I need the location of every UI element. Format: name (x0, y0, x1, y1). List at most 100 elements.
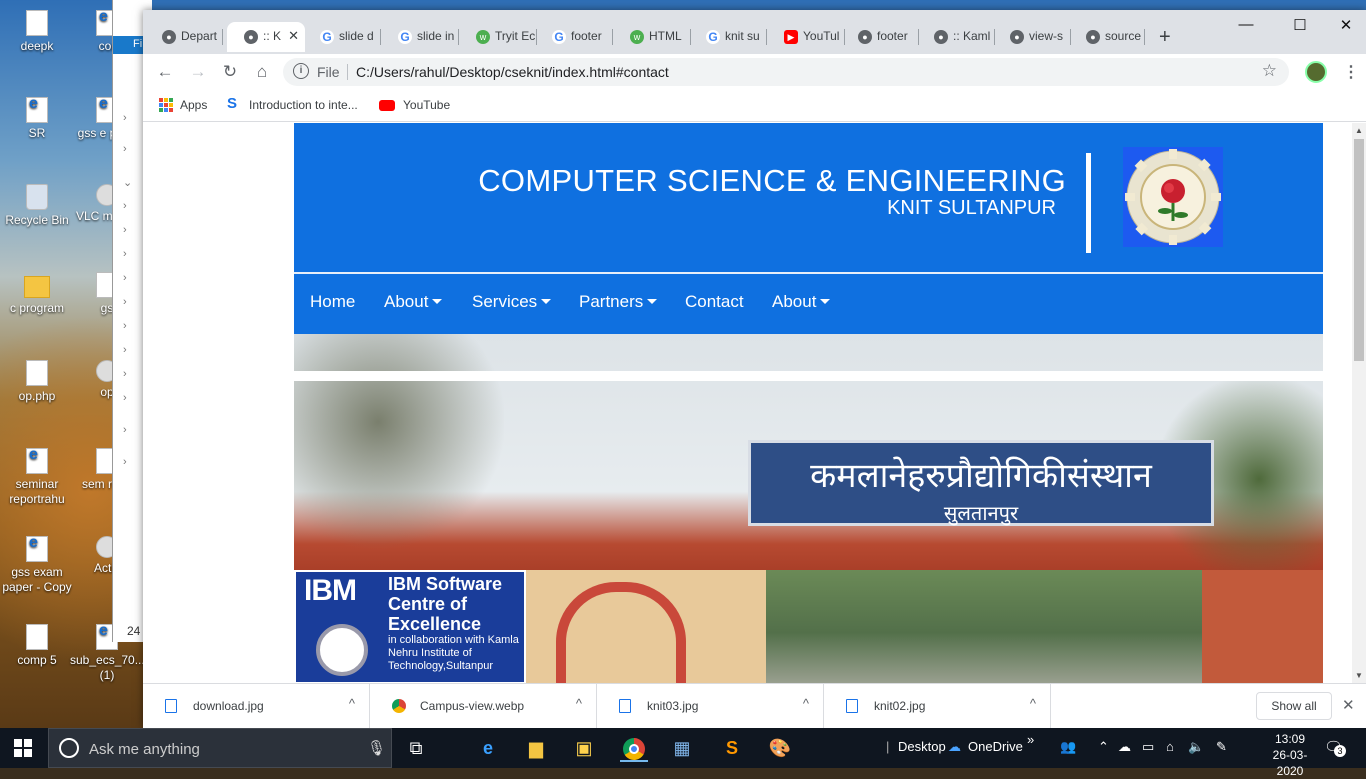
volume-icon[interactable]: 🔈 (1188, 739, 1204, 755)
paint-icon[interactable]: 🎨 (766, 734, 794, 762)
maximize-button[interactable]: ☐ (1277, 16, 1323, 34)
network-icon[interactable]: ⌂ (1166, 739, 1174, 754)
toolbar-overflow[interactable]: » (1027, 732, 1034, 747)
clock[interactable]: 13:09 26-03-2020 (1260, 731, 1320, 779)
chevron-right-icon[interactable]: › (123, 344, 127, 356)
edge-icon[interactable]: e (474, 734, 502, 762)
browser-tab[interactable]: Gfooter (535, 22, 613, 52)
browser-tab[interactable]: ● source (1069, 22, 1145, 52)
chevron-right-icon[interactable]: › (123, 296, 127, 308)
chevron-down-icon[interactable]: ⌄ (123, 176, 132, 189)
minimize-button[interactable]: — (1223, 16, 1269, 33)
download-item[interactable]: Campus-view.webp ^ (370, 684, 597, 729)
browser-tab[interactable]: Gknit su (689, 22, 767, 52)
chevron-right-icon[interactable]: › (123, 392, 127, 404)
desktop-icon[interactable]: SR (0, 96, 74, 141)
cloud-icon[interactable]: ☁ (1118, 739, 1131, 755)
bookmark-apps[interactable]: Apps (158, 98, 207, 112)
battery-icon[interactable]: ▭ (1142, 739, 1154, 755)
chevron-up-icon[interactable]: ^ (576, 696, 582, 711)
forward-button[interactable]: → (186, 62, 210, 82)
close-downloads-icon[interactable]: ✕ (1342, 696, 1355, 714)
url-text[interactable]: C:/Users/rahul/Desktop/cseknit/index.htm… (356, 64, 669, 80)
nav-item-contact[interactable]: Contact (685, 292, 744, 312)
notification-center-icon[interactable]: 🗨 3 (1324, 738, 1346, 757)
chevron-right-icon[interactable]: › (123, 456, 127, 468)
browser-tab[interactable]: ▶ YouTul (767, 22, 845, 52)
download-item[interactable]: download.jpg ^ (143, 684, 370, 729)
desktop-icon[interactable]: comp 5 (0, 624, 74, 668)
scroll-down-icon[interactable]: ▼ (1355, 671, 1363, 680)
task-view-icon[interactable]: ⧉ (402, 734, 430, 762)
download-item[interactable]: knit02.jpg ^ (824, 684, 1051, 729)
info-icon[interactable]: i (293, 63, 309, 79)
close-window-button[interactable]: ✕ (1323, 16, 1366, 34)
nav-item-partners[interactable]: Partners (579, 292, 658, 312)
chevron-right-icon[interactable]: › (123, 272, 127, 284)
tab-active[interactable]: ●:: K ✕ (227, 22, 305, 52)
browser-tab[interactable]: ● Depart (145, 22, 223, 52)
nav-item-home[interactable]: Home (310, 292, 355, 312)
chevron-right-icon[interactable]: › (123, 224, 127, 236)
browser-tab[interactable]: w HTML (613, 22, 691, 52)
onedrive-label[interactable]: OneDrive (968, 739, 1023, 754)
reload-button[interactable]: ↻ (218, 62, 242, 82)
chevron-up-icon[interactable]: ^ (803, 696, 809, 711)
scroll-up-icon[interactable]: ▲ (1355, 126, 1363, 135)
page-scrollbar[interactable]: ▲ ▼ (1352, 123, 1366, 683)
close-tab-icon[interactable]: ✕ (288, 28, 299, 44)
chevron-right-icon[interactable]: › (123, 200, 127, 212)
chevron-right-icon[interactable]: › (123, 143, 127, 155)
browser-tab[interactable]: Gslide in (381, 22, 459, 52)
pen-icon[interactable]: ✎ (1216, 739, 1227, 755)
profile-avatar[interactable] (1305, 61, 1327, 83)
desktop-icon[interactable]: Recycle Bin (0, 184, 74, 228)
microphone-icon[interactable]: 🎙 (367, 739, 386, 757)
sublime-text-icon[interactable]: S (718, 734, 746, 762)
chrome-taskbar-icon[interactable] (620, 734, 648, 762)
address-bar[interactable]: i File C:/Users/rahul/Desktop/cseknit/in… (283, 58, 1289, 86)
desktop-toolbar[interactable]: Desktop (898, 739, 946, 754)
new-tab-button[interactable]: + (1159, 26, 1171, 49)
chevron-right-icon[interactable]: › (123, 112, 127, 124)
browser-tab[interactable]: w Tryit Ec (459, 22, 537, 52)
desktop-icon[interactable]: gss exam paper - Copy (0, 535, 74, 595)
windows-start-icon[interactable] (14, 739, 32, 757)
chrome-menu-button[interactable]: ⋮ (1343, 62, 1359, 82)
browser-tab[interactable]: ● view-s (993, 22, 1071, 52)
show-hidden-icons-icon[interactable]: ⌃ (1098, 739, 1109, 755)
download-item[interactable]: knit03.jpg ^ (597, 684, 824, 729)
desktop-icon[interactable]: seminar reportrahu (0, 447, 74, 507)
nav-item-services[interactable]: Services (472, 292, 552, 312)
people-icon[interactable]: 👥 (1060, 739, 1076, 755)
desktop-icon[interactable]: deepk (0, 10, 74, 54)
file-explorer-icon[interactable]: ▆ (522, 734, 550, 762)
cortana-search-box[interactable]: Ask me anything 🎙 (48, 728, 392, 768)
chevron-right-icon[interactable]: › (123, 320, 127, 332)
nav-item-about[interactable]: About (384, 292, 443, 312)
app-icon[interactable]: ▦ (668, 734, 696, 762)
browser-tab[interactable]: ● footer (841, 22, 919, 52)
onedrive-icon[interactable]: ☁ (948, 739, 961, 755)
desktop-icon[interactable]: op.php (0, 360, 74, 404)
browser-tab[interactable]: ●:: Kaml (917, 22, 995, 52)
bookmark-introduction[interactable]: S Introduction to inte... (227, 95, 358, 112)
desktop-icon[interactable]: c program (0, 272, 74, 316)
store-icon[interactable]: ▣ (570, 734, 598, 762)
chevron-right-icon[interactable]: › (123, 248, 127, 260)
nav-item-about[interactable]: About (772, 292, 831, 312)
chevron-right-icon[interactable]: › (123, 424, 127, 436)
back-button[interactable]: ← (153, 62, 177, 82)
desktop-icon-label: gss exam paper - Copy (2, 565, 72, 594)
tab-title: footer (571, 29, 602, 43)
bookmark-youtube[interactable]: YouTube (379, 98, 450, 112)
page-viewport[interactable]: COMPUTER SCIENCE & ENGINEERING KNIT SULT… (143, 123, 1366, 683)
scrollbar-thumb[interactable] (1354, 139, 1364, 361)
show-all-button[interactable]: Show all (1256, 692, 1332, 720)
home-button[interactable]: ⌂ (250, 62, 274, 82)
chevron-up-icon[interactable]: ^ (1030, 696, 1036, 711)
browser-tab[interactable]: Gslide d (303, 22, 381, 52)
bookmark-star-icon[interactable]: ☆ (1262, 61, 1277, 81)
chevron-up-icon[interactable]: ^ (349, 696, 355, 711)
chevron-right-icon[interactable]: › (123, 368, 127, 380)
